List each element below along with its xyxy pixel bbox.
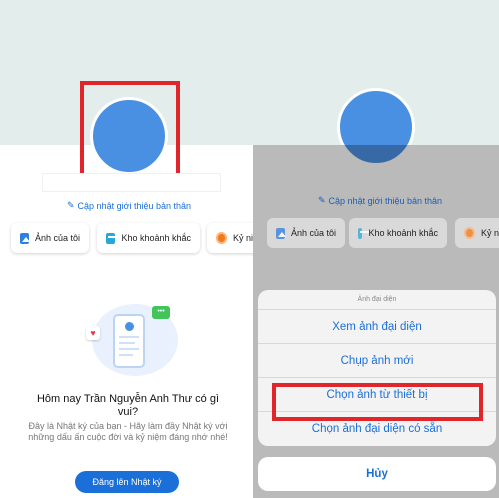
profile-screen-right: ✎ Cập nhật giới thiệu bản thân Ảnh của t…	[253, 0, 499, 498]
clock-icon	[216, 232, 227, 244]
archive-box-icon	[106, 232, 118, 244]
pencil-icon: ✎	[318, 195, 326, 205]
view-avatar-option[interactable]: Xem ảnh đại diện	[258, 310, 496, 344]
photo-icon	[276, 227, 286, 239]
diary-description: Đây là Nhật ký của bạn - Hãy làm đầy Nhậ…	[28, 421, 228, 442]
moments-label: Kho khoảnh khắc	[121, 233, 191, 243]
my-photos-button[interactable]: Ảnh của tôi	[11, 223, 89, 253]
memories-button[interactable]: Kỷ niệ	[207, 223, 253, 253]
diary-illustration: ♥ •••	[80, 300, 190, 380]
heart-icon: ♥	[86, 326, 100, 340]
take-new-photo-option[interactable]: Chụp ảnh mới	[258, 344, 496, 378]
update-bio-label: Cập nhật giới thiệu bản thân	[77, 200, 192, 211]
moments-label: Kho khoảnh khắc	[368, 228, 438, 238]
update-bio-link[interactable]: ✎ Cập nhật giới thiệu bản thân	[67, 200, 191, 211]
chat-bubble-icon: •••	[152, 306, 170, 319]
my-photos-label: Ảnh của tôi	[34, 233, 80, 243]
photo-icon	[20, 232, 30, 244]
archive-box-icon	[358, 227, 371, 239]
moments-button[interactable]: Kho khoảnh khắc	[97, 223, 200, 253]
my-photos-label: Ảnh của tôi	[290, 228, 336, 238]
phone-icon	[113, 314, 145, 368]
diary-title: Hôm nay Trần Nguyễn Anh Thư có gì vui?	[36, 393, 220, 418]
update-bio-link: ✎ Cập nhật giới thiệu bản thân	[318, 195, 442, 206]
action-sheet-title: Ảnh đại diện	[258, 290, 496, 310]
avatar-highlight-box	[80, 81, 180, 181]
memories-label: Kỷ niệ	[480, 228, 499, 238]
my-photos-button: Ảnh của tôi	[267, 218, 345, 248]
update-bio-label: Cập nhật giới thiệu bản thân	[328, 195, 443, 206]
moments-button: Kho khoảnh khắc	[349, 218, 447, 248]
post-diary-button[interactable]: Đăng lên Nhật ký	[75, 471, 179, 493]
profile-screen-left: ✎ Cập nhật giới thiệu bản thân Ảnh của t…	[0, 0, 253, 498]
screenshot-composite: ✎ Cập nhật giới thiệu bản thân Ảnh của t…	[0, 0, 499, 498]
choose-from-device-highlight-box	[272, 383, 483, 421]
avatar-action-sheet: Ảnh đại diện Xem ảnh đại diện Chụp ảnh m…	[258, 290, 496, 446]
memories-button: Kỷ niệ	[455, 218, 499, 248]
profile-name-redacted	[42, 173, 221, 192]
cancel-button[interactable]: Hủy	[258, 457, 496, 491]
pencil-icon: ✎	[67, 200, 75, 210]
clock-icon	[464, 227, 475, 239]
memories-label: Kỷ niệ	[232, 233, 253, 243]
